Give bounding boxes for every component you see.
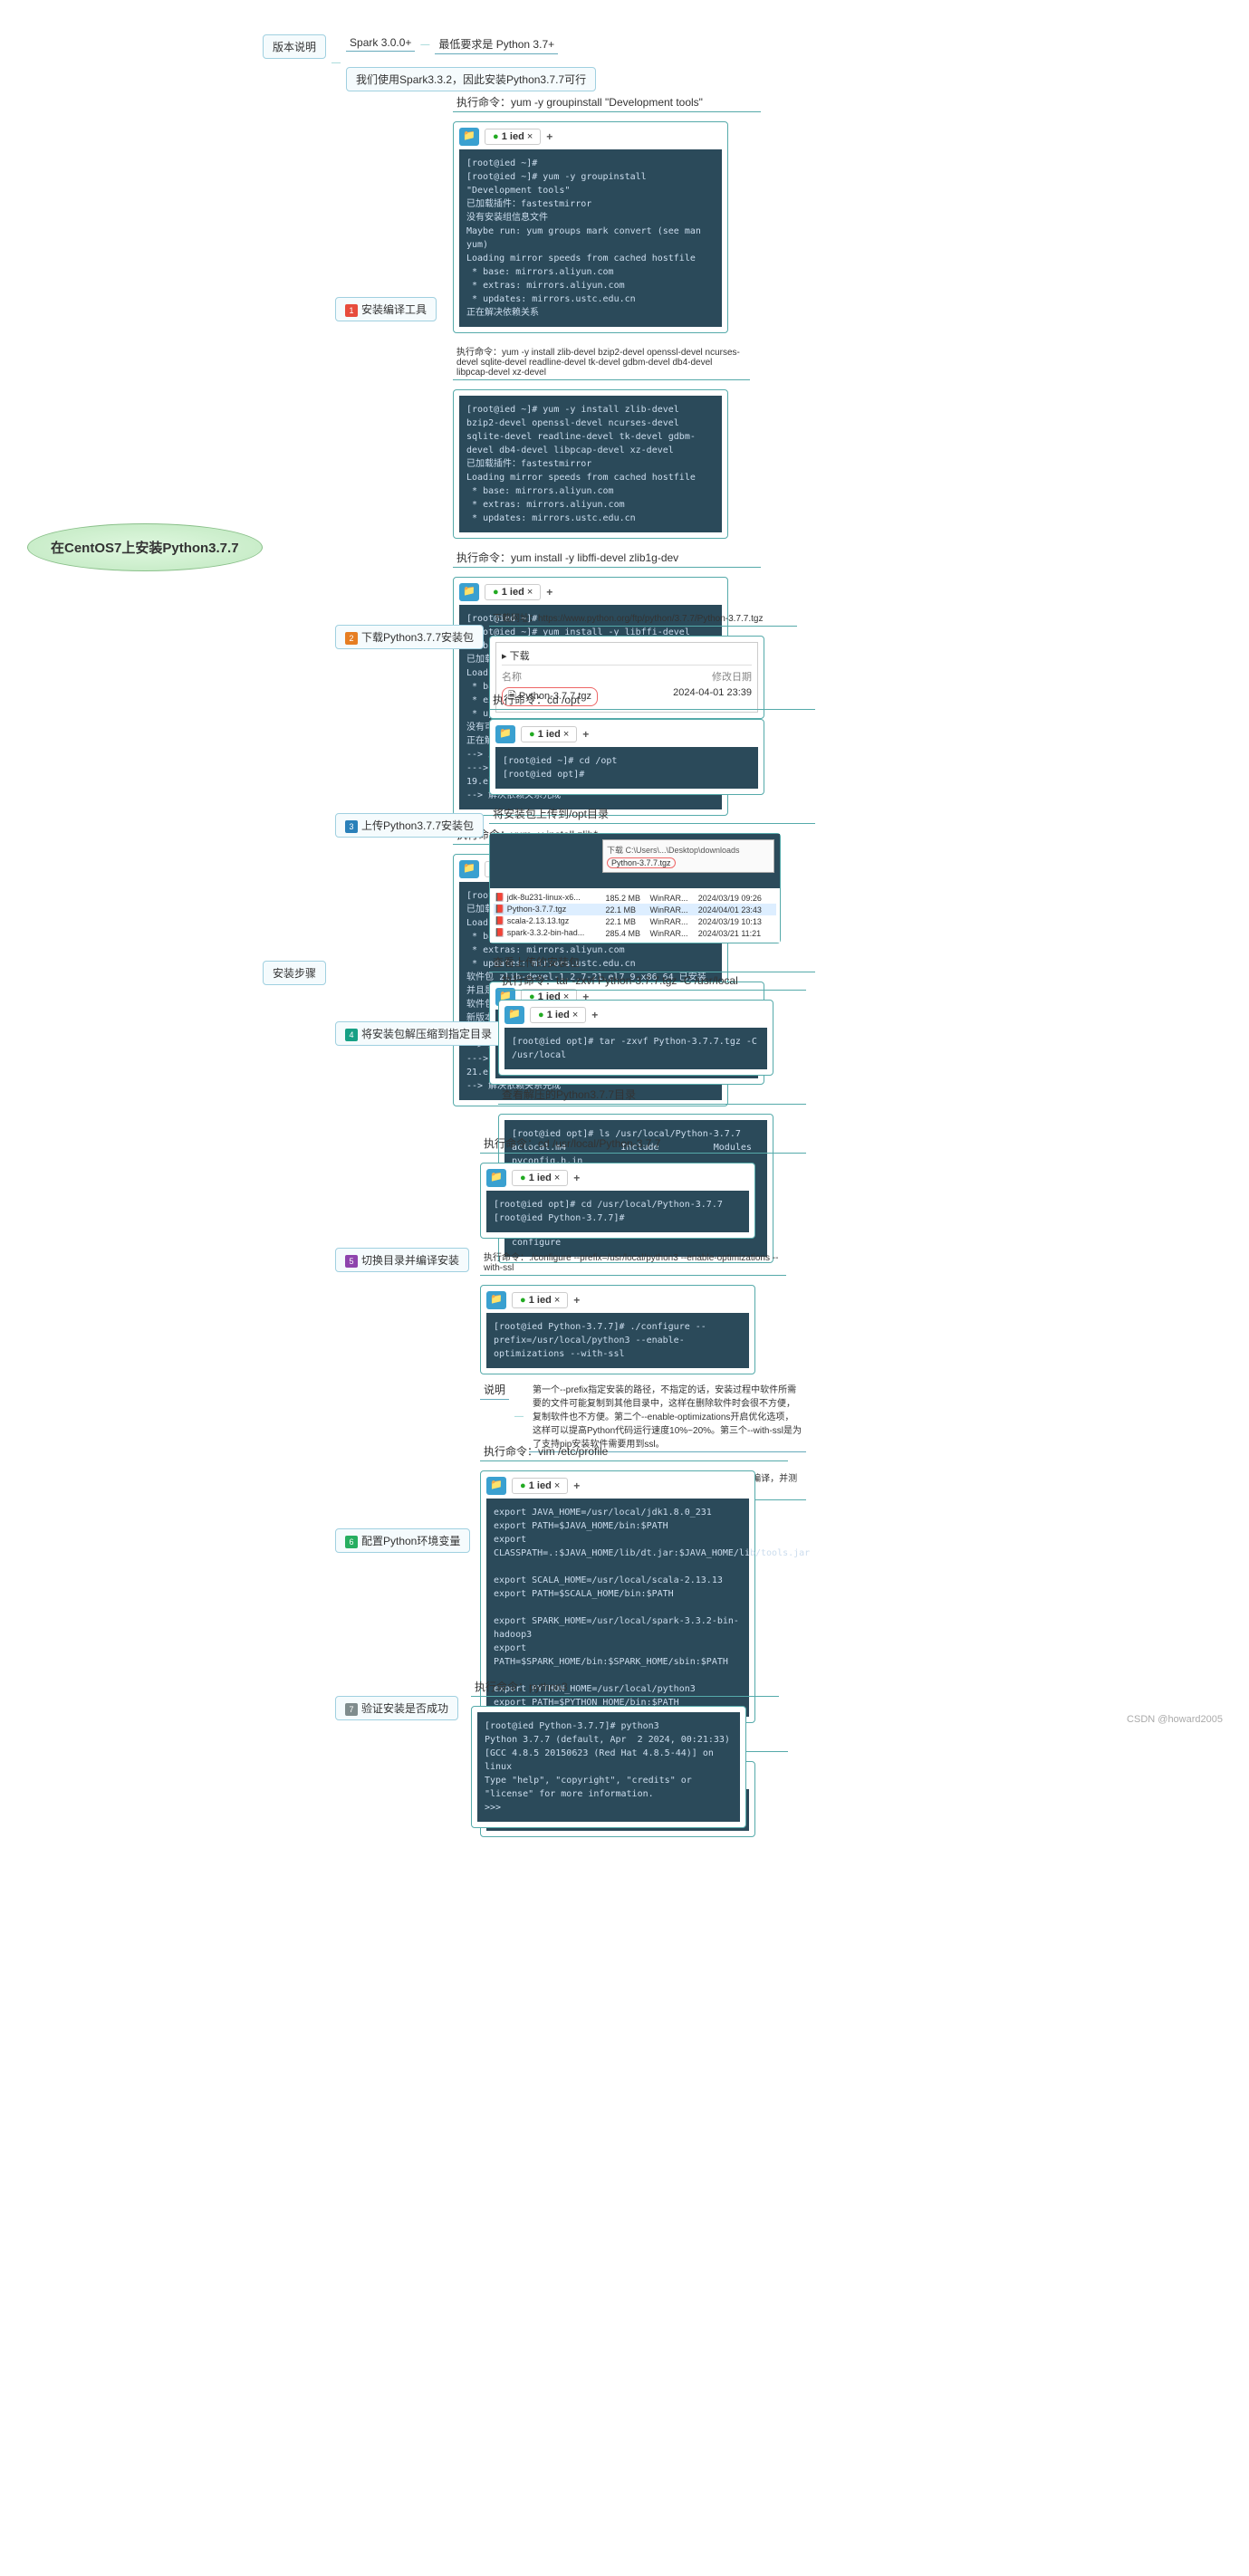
upload-dialog-screenshot: 下载 C:\Users\...\Desktop\downloads Python…: [489, 833, 781, 943]
download-url: 下载网址：https://www.python.org/ftp/python/3…: [489, 608, 797, 627]
add-tab-icon[interactable]: +: [546, 586, 552, 599]
terminal-output: [root@ied Python-3.7.7]# ./configure --p…: [486, 1313, 749, 1368]
terminal-output: [root@ied Python-3.7.7]# python3 Python …: [477, 1712, 740, 1822]
cmd-header: 执行命令：yum -y groupinstall "Development to…: [453, 92, 761, 112]
folder-icon[interactable]: [486, 1291, 506, 1309]
root-title: 在CentOS7上安装Python3.7.7: [27, 523, 263, 571]
folder-icon[interactable]: [486, 1169, 506, 1187]
branch-version[interactable]: 版本说明: [263, 34, 326, 59]
file-table: 📕 jdk-8u231-linux-x6...185.2 MBWinRAR...…: [494, 892, 776, 939]
terminal-screenshot: ● 1 ied × + [root@ied opt]# tar -zxvf Pyt…: [498, 1000, 773, 1076]
add-tab-icon[interactable]: +: [573, 1172, 580, 1184]
step-7[interactable]: 7验证安装是否成功: [335, 1696, 458, 1720]
folder-icon[interactable]: [459, 583, 479, 601]
step-5[interactable]: 5切换目录并编译安装: [335, 1248, 469, 1272]
cmd-header: 执行命令：python3: [471, 1677, 779, 1697]
add-tab-icon[interactable]: +: [573, 1480, 580, 1492]
step-2[interactable]: 2下载Python3.7.7安装包: [335, 625, 484, 649]
add-tab-icon[interactable]: +: [573, 1294, 580, 1307]
add-tab-icon[interactable]: +: [582, 728, 589, 741]
folder-icon[interactable]: [459, 860, 479, 878]
terminal-screenshot: ● 1 ied × + [root@ied ~]# cd /opt [root@i…: [489, 719, 764, 795]
upload-header: 将安装包上传到/opt目录: [489, 804, 815, 824]
cmd-header: 执行命令：cd /usr/local/Python-3.7.7: [480, 1134, 806, 1154]
step-1[interactable]: 1安装编译工具: [335, 297, 437, 321]
terminal-screenshot: ● 1 ied × + [root@ied Python-3.7.7]# ./co…: [480, 1285, 755, 1374]
terminal-screenshot: [root@ied ~]# yum -y install zlib-devel …: [453, 389, 728, 539]
cmd-header: 执行命令：vim /etc/profile: [480, 1441, 788, 1461]
terminal-tab[interactable]: ● 1 ied ×: [512, 1170, 568, 1186]
branch-install-steps[interactable]: 安装步骤: [263, 961, 326, 985]
root-node: 在CentOS7上安装Python3.7.7: [27, 523, 263, 571]
terminal-output: [root@ied opt]# tar -zxvf Python-3.7.7.t…: [504, 1028, 767, 1069]
cmd-header: 执行命令：yum install -y libffi-devel zlib1g-…: [453, 548, 761, 568]
folder-icon[interactable]: [459, 128, 479, 146]
terminal-output: [root@ied opt]# cd /usr/local/Python-3.7…: [486, 1191, 749, 1232]
add-tab-icon[interactable]: +: [546, 130, 552, 143]
leaf: 最低要求是 Python 3.7+: [435, 34, 558, 54]
folder-icon[interactable]: [495, 725, 515, 743]
leaf: Spark 3.0.0+: [346, 34, 415, 52]
terminal-tab[interactable]: ● 1 ied ×: [521, 726, 577, 742]
cmd-header: 执行命令：tar -zxvf Python-3.7.7.tgz -C /usr/…: [498, 971, 806, 991]
note-label: 说明: [480, 1380, 509, 1400]
terminal-screenshot: [root@ied Python-3.7.7]# python3 Python …: [471, 1706, 746, 1828]
cmd-header: 执行命令：cd /opt: [489, 690, 815, 710]
terminal-screenshot: ● 1 ied × + [root@ied ~]# [root@ied ~]# y…: [453, 121, 728, 333]
terminal-screenshot: ● 1 ied × + [root@ied opt]# cd /usr/local…: [480, 1163, 755, 1239]
terminal-output: [root@ied ~]# cd /opt [root@ied opt]#: [495, 747, 758, 789]
step-6[interactable]: 6配置Python环境变量: [335, 1528, 470, 1553]
terminal-tab[interactable]: ● 1 ied ×: [530, 1007, 586, 1023]
terminal-output: [root@ied ~]# [root@ied ~]# yum -y group…: [459, 149, 722, 327]
step-4[interactable]: 4将安装包解压缩到指定目录: [335, 1021, 502, 1046]
folder-icon[interactable]: [504, 1006, 524, 1024]
terminal-tab[interactable]: ● 1 ied ×: [485, 129, 541, 145]
cmd-header: 执行命令：yum -y install zlib-devel bzip2-dev…: [453, 342, 750, 380]
cmd-header: 执行命令：./configure --prefix=/usr/local/pyt…: [480, 1248, 786, 1276]
step-3[interactable]: 3上传Python3.7.7安装包: [335, 813, 484, 838]
add-tab-icon[interactable]: +: [591, 1009, 598, 1021]
folder-icon[interactable]: [486, 1477, 506, 1495]
ls-header: 查看解压的Python3.7.7目录: [498, 1085, 806, 1105]
terminal-tab[interactable]: ● 1 ied ×: [512, 1292, 568, 1308]
leaf: 我们使用Spark3.3.2，因此安装Python3.7.7可行: [346, 67, 596, 91]
terminal-tab[interactable]: ● 1 ied ×: [485, 584, 541, 600]
connector: —: [326, 58, 346, 68]
terminal-tab[interactable]: ● 1 ied ×: [512, 1478, 568, 1494]
terminal-output: [root@ied ~]# yum -y install zlib-devel …: [459, 396, 722, 532]
